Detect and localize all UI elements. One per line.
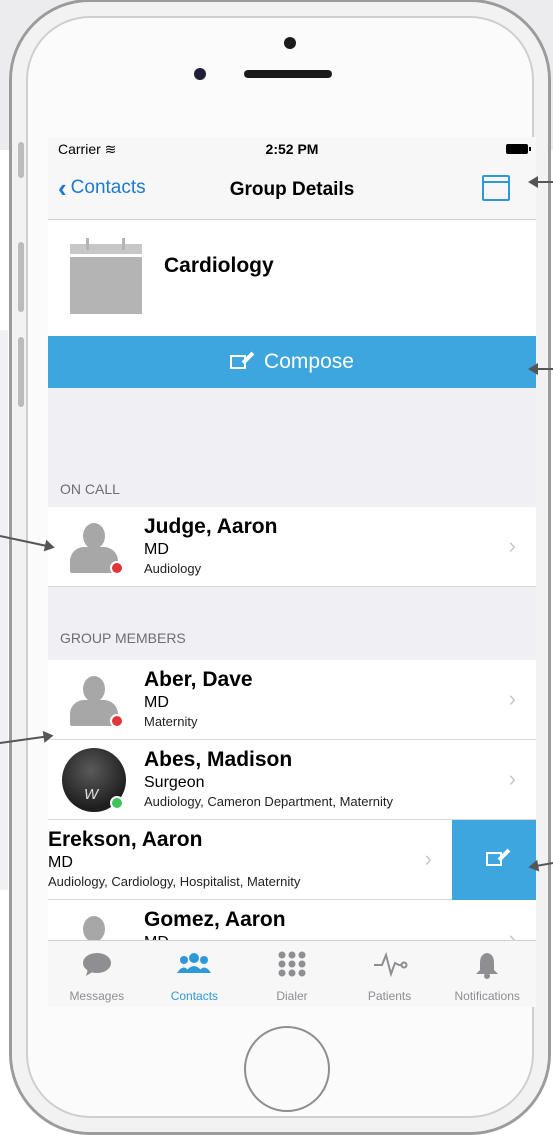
contact-row-erekson-aaron[interactable]: Erekson, Aaron MD Audiology, Cardiology,… bbox=[48, 820, 536, 900]
clock: 2:52 PM bbox=[265, 141, 319, 157]
keypad-icon bbox=[278, 951, 306, 977]
contact-department: Audiology, Cameron Department, Maternity bbox=[144, 794, 394, 809]
tab-dialer[interactable]: Dialer bbox=[243, 941, 341, 1007]
contact-title: MD bbox=[48, 854, 73, 871]
annotation-arrow-compose bbox=[528, 363, 553, 375]
earpiece-speaker bbox=[244, 70, 332, 78]
home-button[interactable] bbox=[244, 1026, 330, 1112]
contact-title: Surgeon bbox=[144, 774, 205, 791]
battery-icon bbox=[506, 144, 531, 154]
volume-up-button bbox=[18, 242, 24, 312]
chevron-right-icon: › bbox=[508, 766, 516, 791]
contacts-group-icon bbox=[177, 953, 212, 973]
group-header: Cardiology bbox=[48, 220, 536, 336]
tab-notifications[interactable]: Notifications bbox=[438, 941, 536, 1007]
group-calendar-icon bbox=[70, 238, 142, 314]
status-bar: Carrier ≋ 2:52 PM bbox=[48, 137, 536, 163]
contact-title: MD bbox=[144, 541, 169, 558]
avatar bbox=[66, 672, 124, 728]
group-name: Cardiology bbox=[164, 254, 274, 277]
heartbeat-icon bbox=[373, 951, 408, 977]
contact-name: Judge, Aaron bbox=[144, 515, 278, 538]
chevron-right-icon: › bbox=[424, 846, 432, 871]
avatar bbox=[66, 519, 124, 575]
compose-label: Compose bbox=[264, 350, 354, 373]
status-online-indicator bbox=[110, 796, 124, 810]
compose-button[interactable]: Compose bbox=[48, 336, 536, 388]
proximity-sensor bbox=[284, 37, 296, 49]
compose-icon bbox=[230, 355, 247, 369]
mute-switch bbox=[18, 142, 24, 178]
bell-icon bbox=[476, 953, 499, 979]
tab-messages[interactable]: Messages bbox=[48, 941, 146, 1007]
avatar-photo: W bbox=[62, 748, 126, 812]
section-header-group-members: GROUP MEMBERS bbox=[60, 630, 186, 646]
chat-bubble-icon bbox=[82, 953, 111, 976]
app-screen: Carrier ≋ 2:52 PM ‹ Contacts Group Detai… bbox=[48, 137, 536, 1007]
contact-name: Gomez, Aaron bbox=[144, 908, 286, 931]
contact-name: Aber, Dave bbox=[144, 668, 253, 691]
compose-icon bbox=[486, 852, 502, 866]
contact-row-aber-dave[interactable]: Aber, Dave MD Maternity › bbox=[48, 660, 536, 740]
contact-name: Erekson, Aaron bbox=[48, 828, 203, 851]
page-title: Group Details bbox=[229, 179, 355, 200]
status-offline-indicator bbox=[110, 561, 124, 575]
contact-title: MD bbox=[144, 694, 169, 711]
annotation-arrow-calendar bbox=[528, 176, 553, 188]
tab-contacts[interactable]: Contacts bbox=[146, 941, 244, 1007]
navigation-bar: ‹ Contacts Group Details bbox=[48, 163, 536, 220]
chevron-right-icon: › bbox=[508, 533, 516, 558]
chevron-right-icon: › bbox=[508, 686, 516, 711]
contact-row-judge-aaron[interactable]: Judge, Aaron MD Audiology › bbox=[48, 507, 536, 587]
volume-down-button bbox=[18, 337, 24, 407]
contact-department: Audiology bbox=[144, 561, 202, 576]
contact-department: Audiology, Cardiology, Hospitalist, Mate… bbox=[48, 874, 301, 889]
contact-row-abes-madison[interactable]: W Abes, Madison Surgeon Audiology, Camer… bbox=[48, 740, 536, 820]
contact-name: Abes, Madison bbox=[144, 748, 293, 771]
tab-patients[interactable]: Patients bbox=[341, 941, 439, 1007]
front-camera bbox=[194, 68, 206, 80]
tab-bar: Messages Contacts Dialer Patients Notifi… bbox=[48, 940, 536, 1007]
page-backdrop-strip bbox=[0, 330, 8, 890]
status-offline-indicator bbox=[110, 714, 124, 728]
calendar-icon[interactable] bbox=[482, 175, 510, 201]
section-header-on-call: ON CALL bbox=[60, 481, 120, 497]
contact-department: Maternity bbox=[144, 714, 198, 729]
swipe-compose-button[interactable] bbox=[452, 820, 536, 900]
